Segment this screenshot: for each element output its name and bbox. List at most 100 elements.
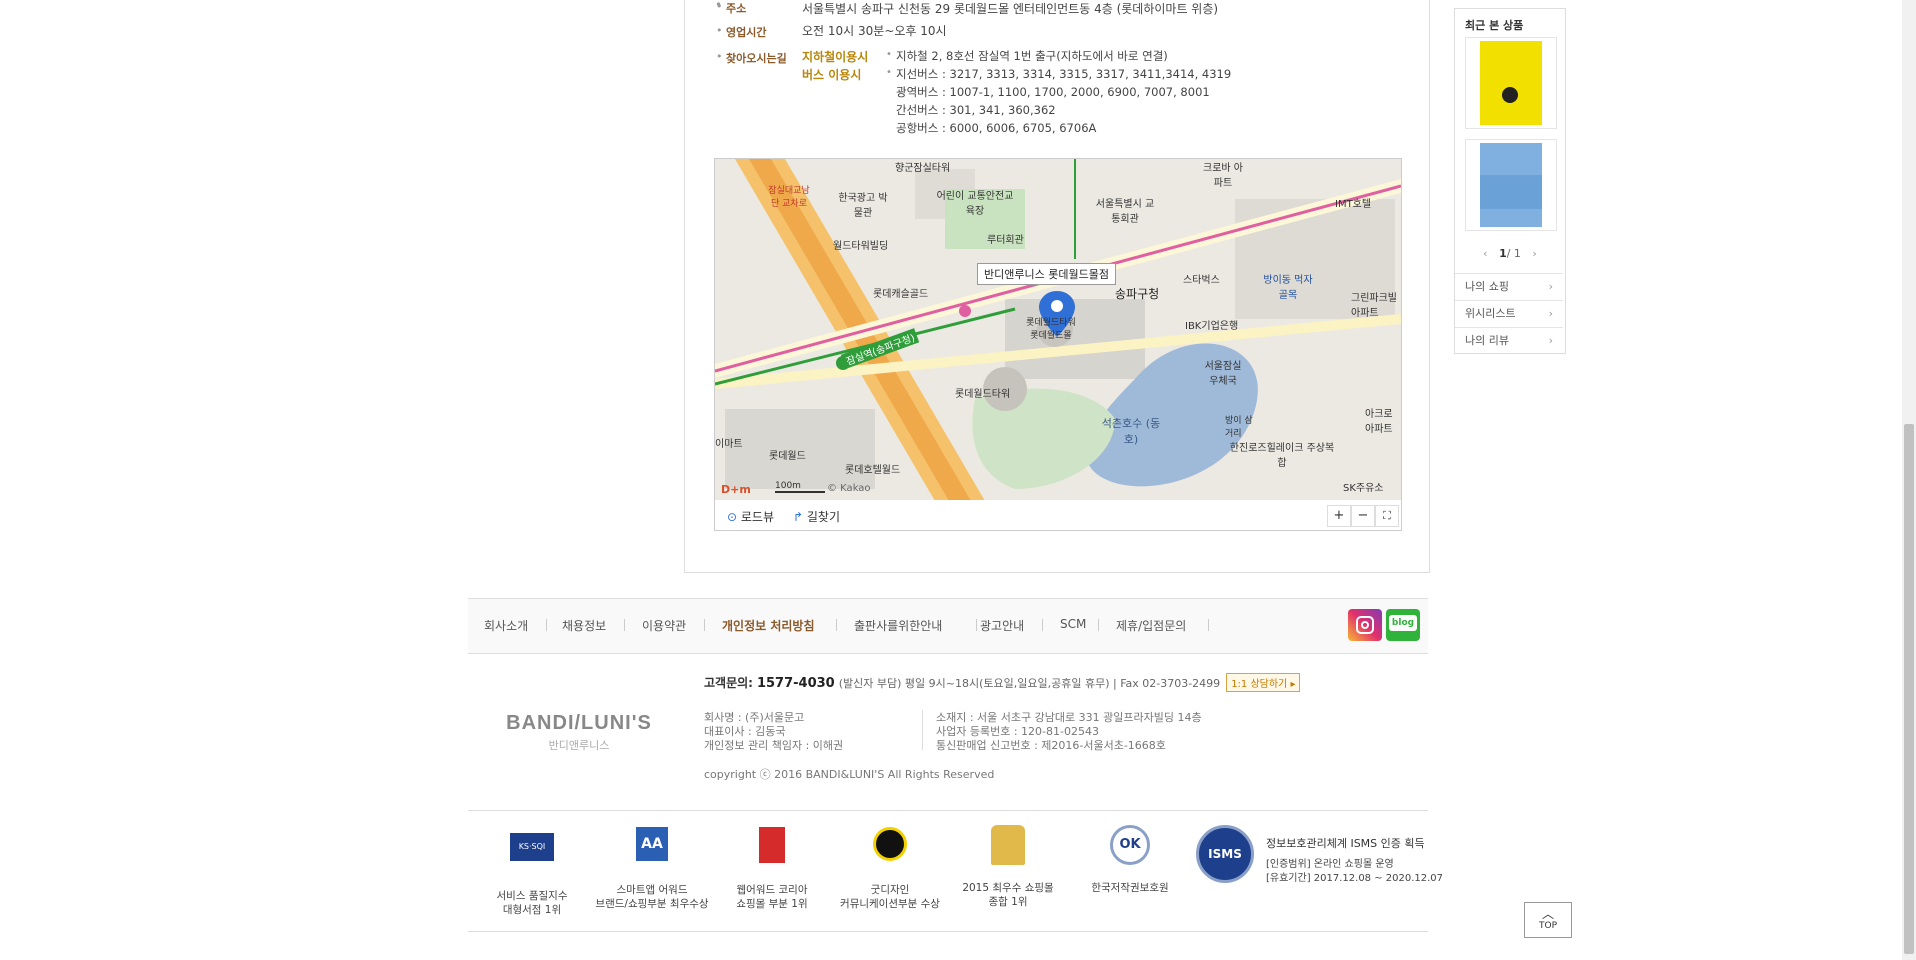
route-icon: ↱ [793,510,804,524]
trophy-icon [986,825,1030,869]
ecommerce-number: 통신판매업 신고번호 : 제2016-서울서초-1668호 [936,739,1166,752]
map-place: 크로바 아파트 [1203,163,1243,189]
map-place: 이마트 [715,439,743,450]
footer-link-careers[interactable]: 채용정보 [562,617,606,634]
footer-link-terms[interactable]: 이용약관 [642,617,686,634]
bullet: • [716,50,723,63]
logo-subtext: 반디앤루니스 [548,739,610,752]
roadview-button[interactable]: ⊙ 로드뷰 [727,508,774,525]
map-place: 롯데월드타워 [955,389,1011,400]
award-item[interactable]: 웹어워드 코리아 쇼핑몰 부분 1위 [712,825,832,911]
map-place: 그린파크빌 아파트 [1351,293,1397,319]
map-place: 아크로 아파트 [1365,409,1393,435]
blog-icon[interactable]: blog [1386,609,1420,641]
award-item[interactable]: 2015 최우수 쇼핑몰 종합 1위 [948,825,1068,909]
map-place: 루터회관 [987,235,1024,246]
award-item[interactable]: OK 한국저작권보호원 [1070,825,1190,895]
book-cover [1480,41,1542,125]
recent-pager: ‹ 1/ 1 › [1455,247,1565,260]
award-item[interactable]: KS·SQI 서비스 품질지수 대형서점 1위 [472,825,592,917]
map-place: IBK기업은행 [1185,321,1239,332]
address-text: 서울특별시 송파구 신천동 29 롯데월드몰 엔터테인먼트동 4층 (롯데하이마… [802,2,1219,16]
address-label: 주소 [726,2,747,15]
pin-icon: ⊙ [727,510,738,524]
map-place: 석촌호수 (동호) [1101,417,1161,446]
consult-button[interactable]: 1:1 상담하기 ▸ [1226,673,1301,692]
chevron-right-icon: › [1548,307,1553,320]
subway-label: 지하철이용시 [802,50,869,64]
chevron-up-icon: ︿ [1541,907,1554,921]
scrollbar-thumb[interactable] [1904,424,1914,954]
map-scale: 100m [775,481,825,493]
map-place: 잠실대교남단 교차로 [768,186,810,209]
recent-products-panel: 최근 본 상품 ‹ 1/ 1 › 나의 쇼핑 › 위시리스트 › 나의 리뷰 › [1454,8,1566,354]
appaward-icon: AA [630,827,674,871]
map-toolbar: ⊙ 로드뷰 ↱ 길찾기 + − ⛶ [714,500,1402,531]
map-place: 송파구청 [1115,287,1160,301]
map-place: 롯데월드 [769,451,806,462]
next-icon[interactable]: › [1532,247,1536,260]
map-place: 서울잠실 우체국 [1204,361,1242,387]
my-shopping-link[interactable]: 나의 쇼핑 › [1455,273,1563,299]
subway-text: 지하철 2, 8호선 잠실역 1번 출구(지하도에서 바로 연결) [896,49,1168,63]
directions-label: 길찾기 [806,510,841,524]
isms-scope: [인증범위] 온라인 쇼핑몰 운영 [1266,859,1394,870]
web-award-icon [750,827,794,871]
pager-current: 1 [1499,247,1507,260]
store-map[interactable]: 반디앤루니스 롯데월드몰점 향군잠실타워 잠실대교남단 교차로 한국광고 박물관… [714,158,1402,502]
wishlist-link[interactable]: 위시리스트 › [1455,300,1563,326]
isms-badge-icon[interactable]: ISMS [1196,825,1254,883]
map-place: 월드타워빌딩 [833,241,889,252]
isms-validity: [유효기간] 2017.12.08 ~ 2020.12.07 [1266,873,1444,884]
directions-button[interactable]: ↱ 길찾기 [793,508,840,525]
logo-text: BANDI/LUNI'S [506,712,652,734]
recent-product-thumb[interactable] [1465,139,1557,231]
bus-line: 간선버스 : 301, 341, 360,362 [896,103,1056,117]
footer-nav: 회사소개 채용정보 이용약관 개인정보 처리방침 출판사를위한안내 광고안내 S… [468,598,1428,654]
divider [922,710,923,750]
book-cover [1480,143,1542,227]
footer-link-scm[interactable]: SCM [1060,617,1086,631]
footer-link-company[interactable]: 회사소개 [484,617,528,634]
map-place: 방이동 먹자골목 [1263,275,1313,301]
recent-product-thumb[interactable] [1465,37,1557,129]
footer-link-privacy[interactable]: 개인정보 처리방침 [722,617,815,634]
chevron-right-icon: › [1548,334,1553,347]
chevron-right-icon: › [1548,280,1553,293]
bus-line: 공항버스 : 6000, 6006, 6705, 6706A [896,121,1097,135]
map-place: IMT호텔 [1335,199,1372,210]
privacy-officer: 개인정보 관리 책임자 : 이해권 [704,739,844,752]
copyright-ok-icon: OK [1108,825,1152,869]
footer-link-publishers[interactable]: 출판사를위한안내 [854,617,942,634]
zoom-out-button[interactable]: − [1351,505,1375,527]
pager-total: / 1 [1506,247,1521,260]
map-place: 롯데호텔월드 [845,465,901,476]
cs-detail: (발신자 부담) 평일 9시~18시(토요일,일요일,공휴일 휴무) | Fax… [838,677,1221,690]
map-place: SK주유소 [1343,483,1384,494]
hours-text: 오전 10시 30분~오후 10시 [802,24,947,38]
fullscreen-icon[interactable]: ⛶ [1375,505,1399,527]
map-store-label: 반디앤루니스 롯데월드몰점 [977,263,1116,285]
award-item[interactable]: 굿디자인 커뮤니케이션부분 수상 [830,825,950,911]
prev-icon[interactable]: ‹ [1483,247,1487,260]
map-place: 향군잠실타워 [895,163,951,174]
my-reviews-link[interactable]: 나의 리뷰 › [1455,327,1563,353]
roadview-label: 로드뷰 [740,510,775,524]
award-item[interactable]: AA 스마트앱 어워드 브랜드/쇼핑부분 최우수상 [592,825,712,911]
recent-products-title: 최근 본 상품 [1465,19,1524,32]
top-button[interactable]: ︿ TOP [1524,902,1572,938]
isms-title: 정보보호관리체계 ISMS 인증 획득 [1266,837,1425,850]
instagram-icon[interactable] [1348,609,1382,641]
footer-link-partnership[interactable]: 제휴/입점문의 [1116,617,1186,634]
ks-sqi-icon: KS·SQI [510,833,554,877]
bus-label: 버스 이용시 [802,68,862,82]
map-place: 방이 삼거리 [1225,416,1253,439]
map-place: 어린이 교통안전교육장 [936,191,1014,217]
map-place: 롯데월드타워 롯데월드몰 [1026,318,1076,341]
cs-label: 고객문의: [704,676,753,690]
directions-label: 찾아오시는길 [726,52,787,65]
zoom-in-button[interactable]: + [1327,505,1351,527]
awards-bar: KS·SQI 서비스 품질지수 대형서점 1위 AA 스마트앱 어워드 브랜드/쇼핑… [468,810,1443,932]
footer-link-ads[interactable]: 광고안내 [980,617,1024,634]
bus-line: 지선버스 : 3217, 3313, 3314, 3315, 3317, 341… [896,67,1232,81]
